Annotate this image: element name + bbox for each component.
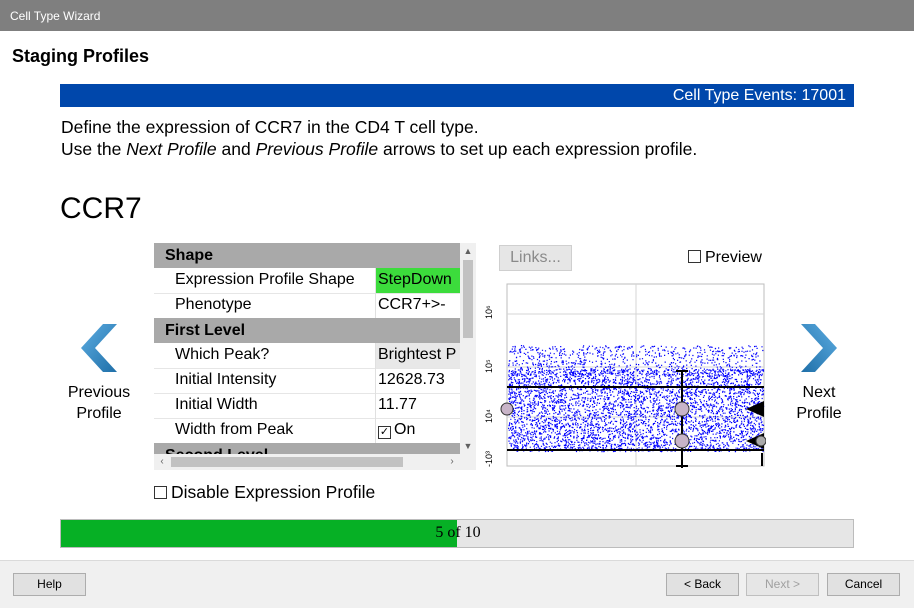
scroll-up-icon[interactable]: ▲ [460, 243, 476, 259]
scroll-left-icon[interactable]: ‹ [154, 454, 170, 470]
scroll-down-icon[interactable]: ▼ [460, 438, 476, 454]
property-name: Initial Width [175, 396, 258, 413]
previous-profile-label-1: Previous [67, 384, 131, 401]
property-row[interactable]: Phenotype CCR7+>- [154, 293, 460, 318]
instructions-text: Use the [61, 139, 127, 159]
property-row[interactable]: Width from Peak ✓ On [154, 418, 460, 443]
property-value-initial-intensity[interactable]: 12628.73 [375, 368, 460, 393]
window-title: Cell Type Wizard [10, 9, 101, 23]
property-name: Width from Peak [175, 421, 294, 438]
previous-profile-label-2: Profile [76, 405, 122, 422]
handle-icon[interactable] [674, 401, 690, 417]
category-shape[interactable]: Shape [154, 243, 460, 268]
instructions-text: arrows to set up each expression profile… [378, 139, 698, 159]
disable-expression-profile-label: Disable Expression Profile [171, 482, 376, 502]
property-row[interactable]: Expression Profile Shape StepDown [154, 268, 460, 293]
property-value-phenotype[interactable]: CCR7+>- [375, 293, 460, 318]
scroll-corner [460, 454, 476, 470]
disable-expression-profile-checkbox[interactable]: Disable Expression Profile [154, 482, 375, 503]
previous-profile-button[interactable]: Previous Profile [59, 322, 139, 424]
window-title-bar: Cell Type Wizard [0, 0, 914, 31]
expression-plot[interactable]: 10⁶ 10⁵ 10⁴ -10³ [476, 283, 766, 468]
checkbox-icon[interactable] [688, 250, 701, 263]
checked-checkbox-icon[interactable]: ✓ [378, 426, 391, 439]
property-name: Phenotype [175, 296, 252, 313]
instructions-next-term: Next Profile [126, 139, 217, 159]
y-tick-label: 10⁵ [484, 359, 494, 373]
property-row[interactable]: Which Peak? Brightest P [154, 343, 460, 368]
chevron-left-icon [81, 324, 117, 372]
property-value-width-from-peak[interactable]: ✓ On [375, 418, 460, 443]
scroll-thumb[interactable] [171, 457, 403, 467]
property-name: Expression Profile Shape [175, 271, 355, 288]
marker-name: CCR7 [60, 192, 142, 225]
instructions-previous-term: Previous Profile [255, 139, 379, 159]
property-grid[interactable]: Shape Expression Profile Shape StepDown … [154, 243, 476, 470]
instructions-line-2: Use the Next Profile and Previous Profil… [61, 138, 697, 160]
scroll-thumb[interactable] [463, 260, 473, 338]
scroll-right-icon[interactable]: › [444, 454, 460, 470]
instructions-line-1: Define the expression of CCR7 in the CD4… [61, 117, 479, 137]
next-profile-label-2: Profile [796, 405, 842, 422]
handle-icon[interactable] [674, 433, 690, 449]
instructions-text: and [216, 139, 256, 159]
help-button[interactable]: Help [13, 573, 86, 596]
next-button[interactable]: Next > [746, 573, 819, 596]
property-grid-rows: Shape Expression Profile Shape StepDown … [154, 243, 460, 454]
property-name: Which Peak? [175, 346, 270, 363]
y-tick-label: -10³ [484, 451, 494, 467]
vertical-scrollbar[interactable]: ▲ ▼ [460, 243, 476, 454]
next-profile-button[interactable]: Next Profile [779, 322, 859, 424]
property-value-which-peak[interactable]: Brightest P [375, 343, 460, 368]
progress-bar: 5 of 10 [60, 519, 854, 548]
preview-label: Preview [705, 249, 762, 266]
chevron-right-icon [801, 324, 837, 372]
property-value-initial-width[interactable]: 11.77 [375, 393, 460, 418]
footer: Help < Back Next > Cancel [0, 560, 914, 608]
property-row[interactable]: Initial Intensity 12628.73 [154, 368, 460, 393]
back-button[interactable]: < Back [666, 573, 739, 596]
checkbox-icon[interactable] [154, 486, 167, 499]
links-button[interactable]: Links... [499, 245, 572, 271]
width-from-peak-value: On [394, 421, 416, 438]
horizontal-scrollbar[interactable]: ‹ › [154, 454, 460, 470]
category-first-level[interactable]: First Level [154, 318, 460, 343]
progress-text: 5 of 10 [435, 524, 481, 541]
handle-icon[interactable] [755, 435, 766, 447]
page-title: Staging Profiles [12, 46, 150, 66]
property-row[interactable]: Initial Width 11.77 [154, 393, 460, 418]
preview-checkbox[interactable]: Preview [688, 249, 762, 267]
property-name: Initial Intensity [175, 371, 277, 388]
page-header: Staging Profiles [0, 31, 914, 82]
handle-icon[interactable] [500, 402, 514, 416]
y-tick-label: 10⁴ [484, 409, 494, 423]
cell-type-events-bar: Cell Type Events: 17001 [60, 84, 854, 107]
category-second-level[interactable]: Second Level [154, 443, 460, 454]
instructions: Define the expression of CCR7 in the CD4… [61, 116, 697, 160]
property-value-shape[interactable]: StepDown [375, 268, 460, 293]
y-tick-label: 10⁶ [484, 305, 494, 319]
next-profile-label-1: Next [802, 384, 836, 401]
cancel-button[interactable]: Cancel [827, 573, 900, 596]
